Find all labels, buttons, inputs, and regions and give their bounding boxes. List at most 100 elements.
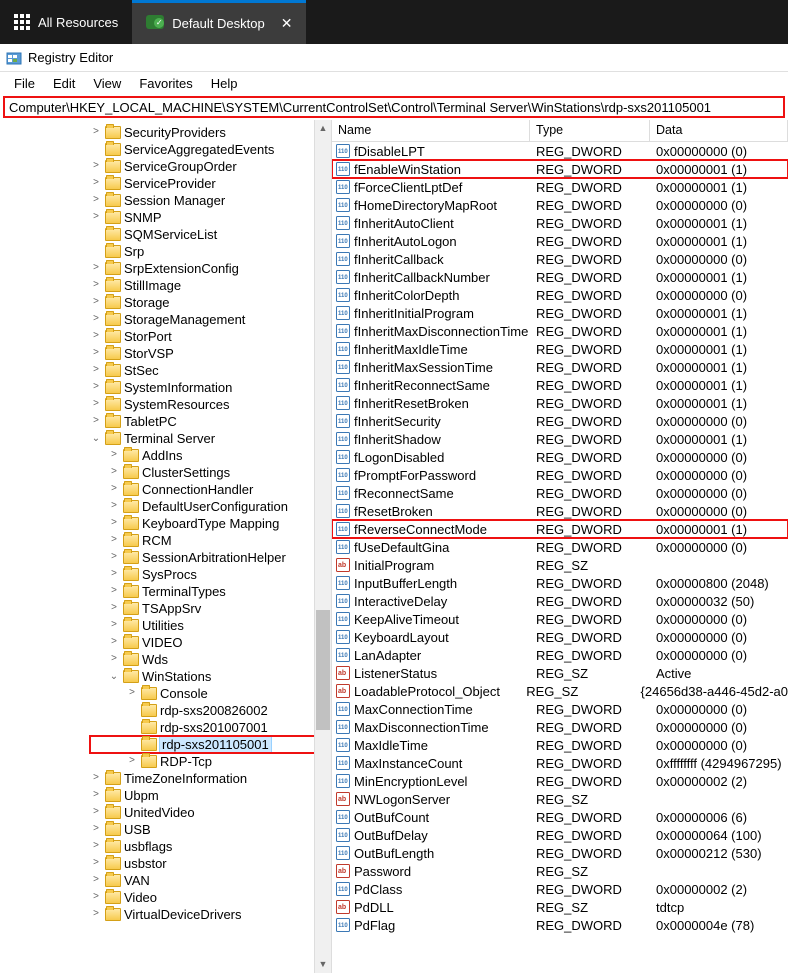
tree-node[interactable]: Srp	[90, 243, 331, 260]
chevron-right-icon[interactable]: >	[90, 161, 102, 172]
value-row[interactable]: 110OutBufCountREG_DWORD0x00000006 (6)	[332, 808, 788, 826]
value-row[interactable]: 110fInheritMaxSessionTimeREG_DWORD0x0000…	[332, 358, 788, 376]
tree-node[interactable]: >Video	[90, 889, 331, 906]
chevron-right-icon[interactable]: >	[90, 824, 102, 835]
tab-all-resources[interactable]: All Resources	[0, 0, 132, 44]
value-row[interactable]: 110fPromptForPasswordREG_DWORD0x00000000…	[332, 466, 788, 484]
tree-node[interactable]: >SrpExtensionConfig	[90, 260, 331, 277]
chevron-right-icon[interactable]: >	[90, 858, 102, 869]
chevron-right-icon[interactable]: >	[90, 280, 102, 291]
chevron-right-icon[interactable]: >	[90, 212, 102, 223]
value-row[interactable]: abListenerStatusREG_SZActive	[332, 664, 788, 682]
chevron-right-icon[interactable]: >	[90, 263, 102, 274]
tab-default-desktop[interactable]: ✓ Default Desktop ✕	[132, 0, 306, 44]
chevron-right-icon[interactable]: >	[90, 178, 102, 189]
tree-node[interactable]: >TSAppSrv	[90, 600, 331, 617]
value-row[interactable]: 110MinEncryptionLevelREG_DWORD0x00000002…	[332, 772, 788, 790]
value-row[interactable]: 110fInheritShadowREG_DWORD0x00000001 (1)	[332, 430, 788, 448]
tree-node[interactable]: ⌄WinStations	[90, 668, 331, 685]
value-row[interactable]: 110fEnableWinStationREG_DWORD0x00000001 …	[332, 160, 788, 178]
chevron-right-icon[interactable]: >	[108, 654, 120, 665]
tree-node[interactable]: >TimeZoneInformation	[90, 770, 331, 787]
tree-node[interactable]: >SystemResources	[90, 396, 331, 413]
chevron-right-icon[interactable]: >	[108, 552, 120, 563]
chevron-right-icon[interactable]: >	[108, 586, 120, 597]
chevron-right-icon[interactable]: >	[108, 603, 120, 614]
tree-node[interactable]: >SystemInformation	[90, 379, 331, 396]
value-row[interactable]: 110OutBufLengthREG_DWORD0x00000212 (530)	[332, 844, 788, 862]
chevron-right-icon[interactable]: >	[108, 467, 120, 478]
tree-node[interactable]: >StillImage	[90, 277, 331, 294]
chevron-right-icon[interactable]: >	[108, 620, 120, 631]
value-row[interactable]: 110OutBufDelayREG_DWORD0x00000064 (100)	[332, 826, 788, 844]
chevron-down-icon[interactable]: ⌄	[90, 433, 102, 445]
tree-node[interactable]: >VIDEO	[90, 634, 331, 651]
tree-node[interactable]: >SysProcs	[90, 566, 331, 583]
value-row[interactable]: 110fResetBrokenREG_DWORD0x00000000 (0)	[332, 502, 788, 520]
tree-node[interactable]: >ConnectionHandler	[90, 481, 331, 498]
value-row[interactable]: 110InputBufferLengthREG_DWORD0x00000800 …	[332, 574, 788, 592]
value-row[interactable]: 110PdFlagREG_DWORD0x0000004e (78)	[332, 916, 788, 934]
value-row[interactable]: 110fLogonDisabledREG_DWORD0x00000000 (0)	[332, 448, 788, 466]
tree-node[interactable]: >VAN	[90, 872, 331, 889]
chevron-right-icon[interactable]: >	[90, 314, 102, 325]
tree-node[interactable]: >StorPort	[90, 328, 331, 345]
value-row[interactable]: 110MaxIdleTimeREG_DWORD0x00000000 (0)	[332, 736, 788, 754]
tree-node[interactable]: >Console	[90, 685, 331, 702]
value-row[interactable]: 110fInheritSecurityREG_DWORD0x00000000 (…	[332, 412, 788, 430]
col-data[interactable]: Data	[650, 120, 788, 141]
chevron-right-icon[interactable]: >	[126, 756, 138, 767]
value-row[interactable]: 110fForceClientLptDefREG_DWORD0x00000001…	[332, 178, 788, 196]
value-row[interactable]: 110KeepAliveTimeoutREG_DWORD0x00000000 (…	[332, 610, 788, 628]
value-row[interactable]: 110LanAdapterREG_DWORD0x00000000 (0)	[332, 646, 788, 664]
value-row[interactable]: 110fInheritMaxDisconnectionTimeREG_DWORD…	[332, 322, 788, 340]
tree-node[interactable]: rdp-sxs200826002	[90, 702, 331, 719]
tree-node[interactable]: SQMServiceList	[90, 226, 331, 243]
tree-scrollbar[interactable]: ▲ ▼	[314, 120, 331, 973]
tree-node[interactable]: >RDP-Tcp	[90, 753, 331, 770]
tree-node[interactable]: rdp-sxs201105001	[90, 736, 331, 753]
chevron-right-icon[interactable]: >	[108, 637, 120, 648]
value-row[interactable]: 110fInheritResetBrokenREG_DWORD0x0000000…	[332, 394, 788, 412]
chevron-right-icon[interactable]: >	[90, 348, 102, 359]
chevron-right-icon[interactable]: >	[90, 382, 102, 393]
address-bar[interactable]: Computer\HKEY_LOCAL_MACHINE\SYSTEM\Curre…	[3, 96, 785, 118]
chevron-right-icon[interactable]: >	[108, 518, 120, 529]
value-row[interactable]: 110fInheritCallbackREG_DWORD0x00000000 (…	[332, 250, 788, 268]
menu-edit[interactable]: Edit	[45, 74, 83, 93]
scroll-thumb[interactable]	[316, 610, 330, 730]
value-row[interactable]: 110PdClassREG_DWORD0x00000002 (2)	[332, 880, 788, 898]
chevron-right-icon[interactable]: >	[90, 195, 102, 206]
tree-node[interactable]: >Session Manager	[90, 192, 331, 209]
scroll-up-icon[interactable]: ▲	[315, 120, 331, 137]
tree-node[interactable]: >RCM	[90, 532, 331, 549]
tree-node[interactable]: >SNMP	[90, 209, 331, 226]
chevron-right-icon[interactable]: >	[90, 909, 102, 920]
tree-node[interactable]: >Utilities	[90, 617, 331, 634]
value-row[interactable]: abPdDLLREG_SZtdtcp	[332, 898, 788, 916]
tree-node[interactable]: >ClusterSettings	[90, 464, 331, 481]
tree-node[interactable]: >Wds	[90, 651, 331, 668]
tree-node[interactable]: >Ubpm	[90, 787, 331, 804]
tree-node[interactable]: >DefaultUserConfiguration	[90, 498, 331, 515]
chevron-right-icon[interactable]: >	[90, 841, 102, 852]
tree-panel[interactable]: >SecurityProvidersServiceAggregatedEvent…	[0, 120, 332, 973]
value-row[interactable]: 110fDisableLPTREG_DWORD0x00000000 (0)	[332, 142, 788, 160]
value-row[interactable]: abLoadableProtocol_ObjectREG_SZ{24656d38…	[332, 682, 788, 700]
chevron-right-icon[interactable]: >	[90, 807, 102, 818]
tree-node[interactable]: ServiceAggregatedEvents	[90, 141, 331, 158]
chevron-right-icon[interactable]: >	[90, 892, 102, 903]
value-row[interactable]: 110fInheritColorDepthREG_DWORD0x00000000…	[332, 286, 788, 304]
tree-node[interactable]: >SessionArbitrationHelper	[90, 549, 331, 566]
tree-node[interactable]: >VirtualDeviceDrivers	[90, 906, 331, 923]
value-row[interactable]: 110fInheritMaxIdleTimeREG_DWORD0x0000000…	[332, 340, 788, 358]
tree-node[interactable]: >TerminalTypes	[90, 583, 331, 600]
tree-node[interactable]: >TabletPC	[90, 413, 331, 430]
tree-node[interactable]: >USB	[90, 821, 331, 838]
chevron-right-icon[interactable]: >	[108, 450, 120, 461]
chevron-right-icon[interactable]: >	[90, 790, 102, 801]
tree-node[interactable]: rdp-sxs201007001	[90, 719, 331, 736]
tree-node[interactable]: >UnitedVideo	[90, 804, 331, 821]
value-row[interactable]: abPasswordREG_SZ	[332, 862, 788, 880]
chevron-right-icon[interactable]: >	[90, 416, 102, 427]
